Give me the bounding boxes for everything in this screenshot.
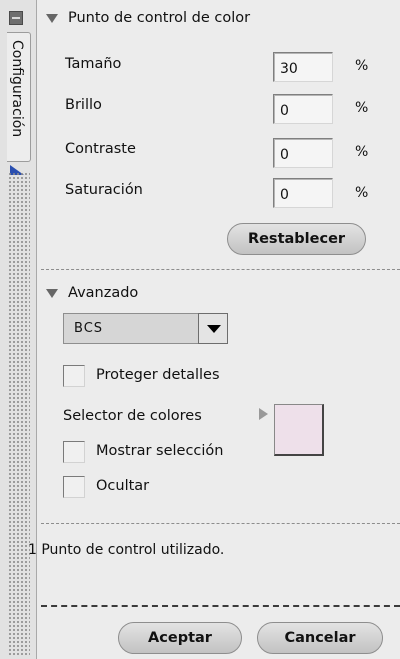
expand-triangle-icon[interactable] <box>46 13 58 23</box>
collapse-icon[interactable] <box>9 11 23 25</box>
brightness-input[interactable]: 0 <box>273 94 333 124</box>
contrast-input[interactable]: 0 <box>273 138 333 168</box>
hide-checkbox[interactable] <box>63 476 85 498</box>
status-text: 1 Punto de control utilizado. <box>28 542 225 558</box>
section-divider <box>41 269 400 270</box>
show-selection-checkbox[interactable] <box>63 441 85 463</box>
color-swatch[interactable] <box>274 404 324 456</box>
field-label-size: Tamaño <box>65 56 122 72</box>
expand-triangle-icon[interactable] <box>46 288 58 298</box>
cancel-button[interactable]: Cancelar <box>257 622 383 654</box>
reset-button[interactable]: Restablecer <box>227 223 366 255</box>
resize-grip[interactable] <box>8 172 30 655</box>
contrast-unit: % <box>355 144 369 160</box>
size-unit: % <box>355 58 369 74</box>
tab-configuracion[interactable]: Configuración <box>7 32 31 162</box>
field-label-brightness: Brillo <box>65 97 102 113</box>
section-header-advanced[interactable]: Avanzado <box>46 285 138 301</box>
settings-panel: Punto de control de color Tamaño 30 % Br… <box>28 0 400 659</box>
mode-select[interactable]: BCS <box>63 313 228 344</box>
size-input[interactable]: 30 <box>273 52 333 82</box>
color-picker-label: Selector de colores <box>63 408 202 424</box>
mode-select-value: BCS <box>74 321 104 336</box>
chevron-down-icon[interactable] <box>198 313 228 344</box>
ok-button[interactable]: Aceptar <box>118 622 242 654</box>
section-header-color-point[interactable]: Punto de control de color <box>46 10 250 26</box>
saturation-unit: % <box>355 185 369 201</box>
picker-arrow-icon <box>259 408 268 420</box>
protect-details-label: Proteger detalles <box>96 367 220 383</box>
show-selection-label: Mostrar selección <box>96 443 224 459</box>
hide-label: Ocultar <box>96 478 150 494</box>
section-divider <box>41 523 400 524</box>
section-title-color-point: Punto de control de color <box>68 10 251 26</box>
footer-divider <box>41 605 400 607</box>
field-label-contrast: Contraste <box>65 141 136 157</box>
field-label-saturation: Saturación <box>65 182 143 198</box>
saturation-input[interactable]: 0 <box>273 178 333 208</box>
protect-details-checkbox[interactable] <box>63 365 85 387</box>
section-title-advanced: Avanzado <box>68 285 139 301</box>
side-tab-strip: Configuración <box>0 0 37 659</box>
tab-configuracion-label: Configuración <box>9 40 25 138</box>
brightness-unit: % <box>355 100 369 116</box>
